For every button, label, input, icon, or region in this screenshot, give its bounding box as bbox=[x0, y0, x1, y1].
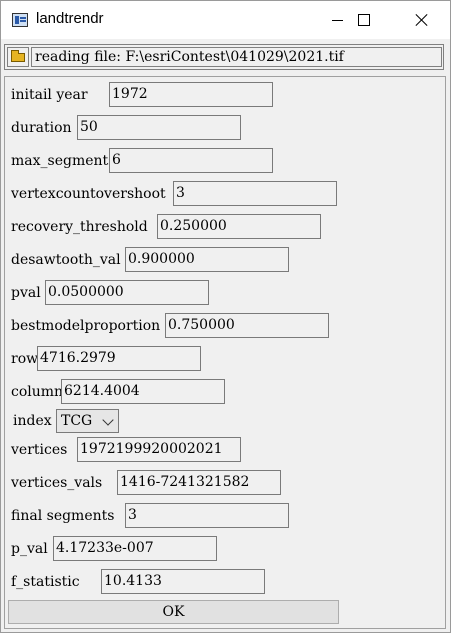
vertices-input[interactable]: 1972199920002021 bbox=[77, 437, 241, 462]
title-bar: landtrendr bbox=[1, 1, 450, 39]
f-statistic-input[interactable]: 10.4133 bbox=[101, 569, 265, 594]
chevron-down-icon bbox=[102, 414, 114, 426]
open-file-button[interactable] bbox=[7, 47, 29, 67]
p-val-input[interactable]: 4.17233e-007 bbox=[53, 536, 217, 561]
pval-label: pval bbox=[11, 285, 41, 301]
window-title: landtrendr bbox=[36, 10, 104, 27]
row-label: row bbox=[11, 351, 39, 367]
column-label: column bbox=[11, 384, 64, 400]
duration-label: duration bbox=[11, 120, 72, 136]
index-selected-value: TCG bbox=[61, 413, 93, 429]
max-segments-label: max_segments bbox=[11, 153, 116, 169]
final-segments-label: final segments bbox=[11, 508, 115, 524]
vertexcountovershoot-input[interactable]: 3 bbox=[173, 181, 337, 206]
recovery-threshold-label: recovery_threshold bbox=[11, 219, 148, 235]
vertices-vals-input[interactable]: 1416-7241321582 bbox=[117, 470, 281, 495]
initail-year-label: initail year bbox=[11, 87, 88, 103]
vertices-vals-label: vertices_vals bbox=[11, 475, 103, 491]
duration-input[interactable]: 50 bbox=[77, 115, 241, 140]
vertexcountovershoot-label: vertexcountovershoot bbox=[11, 186, 166, 202]
final-segments-input[interactable]: 3 bbox=[125, 503, 289, 528]
initail-year-input[interactable]: 1972 bbox=[109, 82, 273, 107]
index-select[interactable]: TCG bbox=[56, 409, 119, 433]
bestmodelproportion-input[interactable]: 0.750000 bbox=[165, 313, 329, 338]
ok-button[interactable]: OK bbox=[8, 600, 339, 624]
close-button[interactable] bbox=[399, 1, 445, 39]
vertices-label: vertices bbox=[11, 442, 68, 458]
recovery-threshold-input[interactable]: 0.250000 bbox=[157, 214, 321, 239]
p-val-label: p_val bbox=[11, 541, 48, 557]
desawtooth-val-label: desawtooth_val bbox=[11, 252, 121, 268]
maximize-button[interactable] bbox=[340, 1, 386, 39]
close-icon bbox=[416, 14, 428, 26]
folder-icon bbox=[11, 50, 25, 62]
pval-input[interactable]: 0.0500000 bbox=[45, 280, 209, 305]
file-path-field[interactable]: reading file: F:\esriContest\041029\2021… bbox=[31, 47, 442, 67]
f-statistic-label: f_statistic bbox=[11, 574, 80, 590]
max-segments-input[interactable]: 6 bbox=[109, 148, 273, 173]
index-label: index bbox=[13, 413, 52, 429]
row-input[interactable]: 4716.2979 bbox=[37, 346, 201, 371]
bestmodelproportion-label: bestmodelproportion bbox=[11, 318, 161, 334]
app-icon bbox=[12, 13, 28, 27]
desawtooth-val-input[interactable]: 0.900000 bbox=[125, 247, 289, 272]
column-input[interactable]: 6214.4004 bbox=[61, 379, 225, 404]
maximize-icon bbox=[358, 14, 370, 26]
